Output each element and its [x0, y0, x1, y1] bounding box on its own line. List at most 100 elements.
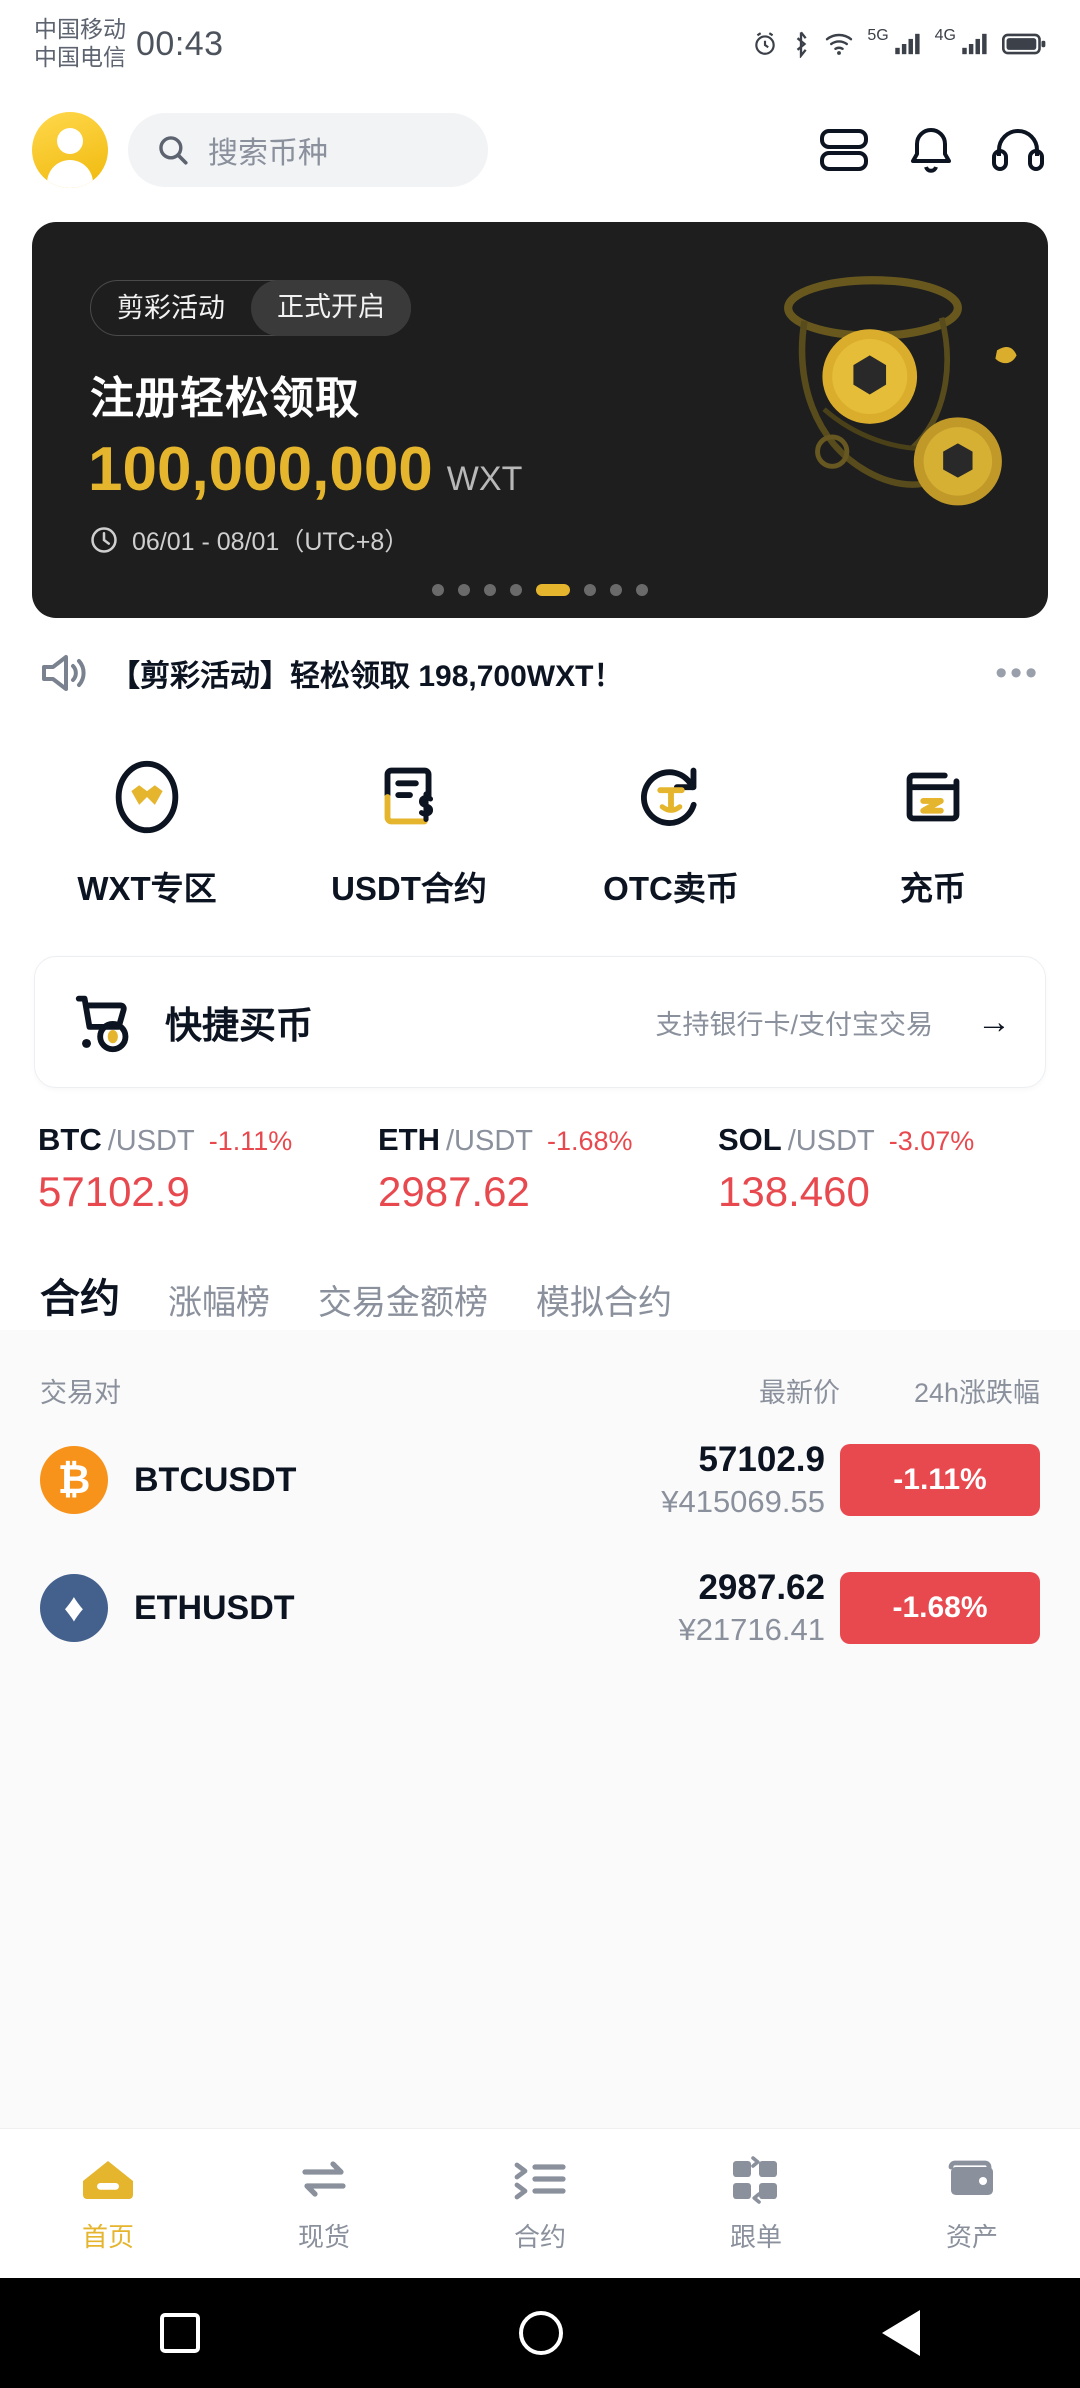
tab-gainers[interactable]: 涨幅榜 — [168, 1275, 270, 1330]
mini-ticker-row: BTC /USDT -1.11% 57102.9 ETH /USDT -1.68… — [0, 1088, 1080, 1226]
quick-action-label: WXT专区 — [77, 870, 217, 907]
header-icon-group — [818, 126, 1048, 174]
status-bar: 中国移动 中国电信 00:43 5G 4G — [0, 0, 1080, 88]
banner-dot[interactable] — [584, 584, 596, 596]
quick-action-deposit[interactable]: 充币 — [802, 754, 1064, 910]
nav-copy-trade[interactable]: 跟单 — [648, 2153, 864, 2254]
row-change-badge[interactable]: -1.11% — [840, 1444, 1040, 1516]
table-row[interactable]: ♦ ETHUSDT 2987.62 ¥21716.41 -1.68% — [0, 1544, 1080, 1672]
row-price-usd: 57102.9 — [698, 1440, 825, 1479]
quick-action-wxt-zone[interactable]: WXT专区 — [16, 754, 278, 910]
home-icon — [83, 2161, 133, 2199]
quick-action-label: 充币 — [900, 870, 966, 907]
status-clock: 00:43 — [136, 24, 224, 63]
nav-home[interactable]: 首页 — [0, 2153, 216, 2254]
quick-action-usdt-contract[interactable]: USDT合约 — [278, 754, 540, 910]
mini-ticker-btc[interactable]: BTC /USDT -1.11% 57102.9 — [30, 1122, 370, 1216]
nav-label: 现货 — [297, 2222, 350, 2252]
spot-exchange-icon — [302, 2161, 346, 2197]
search-input[interactable]: 搜索币种 — [128, 113, 488, 187]
banner-tag-right: 正式开启 — [251, 280, 411, 336]
buy-crypto-subtitle: 支持银行卡/支付宝交易 — [655, 1009, 933, 1040]
mini-ticker-sol[interactable]: SOL /USDT -3.07% 138.460 — [710, 1122, 1050, 1216]
banner-dot[interactable] — [484, 584, 496, 596]
ticker-quote: /USDT — [787, 1125, 875, 1157]
banner-amount-unit: WXT — [446, 460, 523, 498]
mini-ticker-eth[interactable]: ETH /USDT -1.68% 2987.62 — [370, 1122, 710, 1216]
signal-5g-icon — [894, 33, 920, 55]
bluetooth-icon — [797, 31, 807, 58]
tab-demo-contract[interactable]: 模拟合约 — [536, 1275, 672, 1330]
banner-date-row: 06/01 - 08/01（UTC+8） — [90, 522, 409, 558]
usdt-contract-icon — [384, 767, 434, 825]
market-table-body: ₿ BTCUSDT 57102.9 ¥415069.55 -1.11% ♦ ET… — [0, 1416, 1080, 2128]
row-symbol: ETHUSDT — [134, 1588, 295, 1627]
status-icon-group: 5G 4G — [752, 27, 1046, 58]
home-button[interactable] — [518, 2311, 563, 2355]
banner-tag-left: 剪彩活动 — [117, 293, 225, 323]
buy-crypto-section: 快捷买币 支持银行卡/支付宝交易 → — [0, 922, 1080, 1088]
notification-bell-icon[interactable] — [908, 126, 954, 174]
banner-section: 剪彩活动 正式开启 注册轻松领取 100,000,000 WXT 06/01 -… — [0, 212, 1080, 618]
otc-sell-icon — [641, 767, 697, 826]
tab-contract[interactable]: 合约 — [40, 1266, 120, 1330]
nav-spot[interactable]: 现货 — [216, 2153, 432, 2254]
column-header-pair: 交易对 — [40, 1377, 121, 1408]
banner-illustration — [784, 276, 1017, 506]
app-screen: 中国移动 中国电信 00:43 5G 4G 搜索币种 剪彩活动 正式开启 注册轻… — [0, 0, 1080, 2388]
network-4g-label: 4G — [934, 27, 956, 44]
banner-dot[interactable] — [610, 584, 622, 596]
market-tabs: 合约 涨幅榜 交易金额榜 模拟合约 — [0, 1226, 1080, 1330]
nav-contract[interactable]: 合约 — [432, 2153, 648, 2254]
row-change-badge[interactable]: -1.68% — [840, 1572, 1040, 1644]
coin-glyph: ♦ — [63, 1586, 85, 1630]
banner-dot[interactable] — [636, 584, 648, 596]
bottom-navigation: 首页 现货 合约 跟单 资产 — [0, 2128, 1080, 2278]
network-5g-label: 5G — [867, 27, 889, 44]
copy-trade-icon — [733, 2156, 777, 2204]
buy-crypto-title: 快捷买币 — [165, 1005, 313, 1046]
battery-icon — [1002, 33, 1046, 55]
recents-button[interactable] — [159, 2313, 200, 2353]
buy-crypto-card[interactable]: 快捷买币 支持银行卡/支付宝交易 → — [34, 956, 1046, 1088]
banner-dot[interactable] — [432, 584, 444, 596]
btc-coin-icon: ₿ — [40, 1446, 108, 1514]
banner-pagination-dots[interactable] — [32, 584, 1048, 596]
ticker-base: ETH — [378, 1122, 440, 1157]
nav-label: 跟单 — [729, 2222, 782, 2252]
ticker-base: SOL — [718, 1122, 782, 1157]
wifi-icon — [826, 33, 853, 55]
row-price-cny: ¥21716.41 — [678, 1612, 825, 1647]
nav-assets[interactable]: 资产 — [864, 2153, 1080, 2254]
ticker-price: 138.460 — [718, 1168, 870, 1215]
nav-label: 合约 — [513, 2222, 566, 2252]
scan-icon[interactable] — [818, 127, 870, 173]
tab-volume[interactable]: 交易金额榜 — [318, 1275, 488, 1330]
banner-dot[interactable] — [458, 584, 470, 596]
customer-service-icon[interactable] — [992, 126, 1044, 174]
ticker-change: -3.07% — [888, 1126, 975, 1156]
nav-label: 资产 — [945, 2222, 998, 2252]
column-header-price: 最新价 — [759, 1377, 840, 1408]
table-row[interactable]: ₿ BTCUSDT 57102.9 ¥415069.55 -1.11% — [0, 1416, 1080, 1544]
ticker-quote: /USDT — [107, 1125, 195, 1157]
carrier-labels: 中国移动 中国电信 — [34, 16, 126, 71]
announcement-bar[interactable]: 【剪彩活动】轻松领取 198,700WXT！ ••• — [0, 618, 1080, 728]
quick-action-label: OTC卖币 — [603, 870, 739, 907]
banner-dot[interactable] — [510, 584, 522, 596]
banner-tag-pill: 剪彩活动 正式开启 — [90, 280, 411, 336]
banner-dot-active[interactable] — [536, 584, 570, 596]
quick-actions-row: WXT专区 USDT合约 OTC卖币 充币 — [0, 728, 1080, 922]
wallet-icon — [948, 2160, 993, 2195]
nav-label: 首页 — [81, 2222, 134, 2252]
clock-icon — [91, 527, 117, 553]
coin-glyph: ₿ — [57, 1458, 91, 1502]
quick-action-otc-sell[interactable]: OTC卖币 — [540, 754, 802, 910]
promo-banner[interactable]: 剪彩活动 正式开启 注册轻松领取 100,000,000 WXT 06/01 -… — [32, 222, 1048, 618]
avatar[interactable] — [32, 112, 108, 188]
eth-coin-icon: ♦ — [40, 1574, 108, 1642]
ticker-quote: /USDT — [446, 1125, 533, 1157]
wxt-zone-icon — [115, 760, 179, 834]
back-button[interactable] — [882, 2310, 921, 2356]
announcement-more-button[interactable]: ••• — [995, 654, 1040, 693]
